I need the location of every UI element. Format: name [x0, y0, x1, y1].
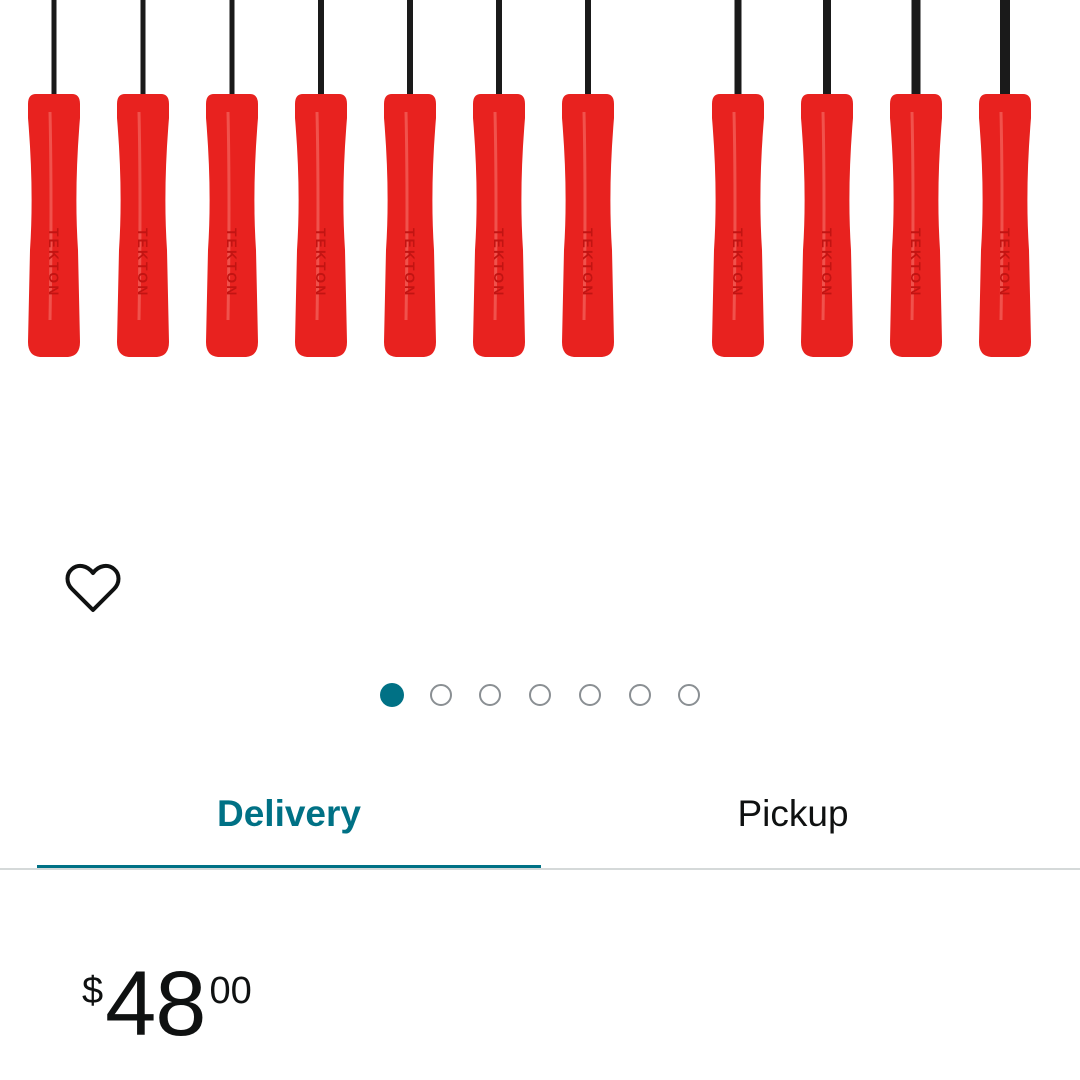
screwdriver: TEKTON [28, 0, 80, 357]
tab-pickup-label: Pickup [737, 793, 849, 834]
product-image[interactable]: TEKTON TEKTON TEKTON TEKTON TEKTON TEKTON TEKT… [0, 0, 1080, 380]
screwdriver: TEKTON [295, 0, 347, 357]
handle-brand-text: TEKTON [997, 228, 1013, 297]
handle-brand-text: TEKTON [819, 228, 835, 297]
image-pagination [0, 683, 1080, 710]
product-price: $ 48 00 [82, 958, 252, 1068]
handle-brand-text: TEKTON [313, 228, 329, 297]
fulfillment-tabs: Delivery Pickup [0, 760, 1080, 872]
screwdriver: TEKTON [712, 0, 764, 357]
screwdriver: TEKTON [117, 0, 169, 357]
pagination-dot[interactable] [430, 684, 452, 706]
handle-brand-text: TEKTON [730, 228, 746, 297]
pagination-dot[interactable] [479, 684, 501, 706]
handle-brand-text: TEKTON [135, 228, 151, 297]
screwdriver: TEKTON [979, 0, 1031, 357]
screwdriver: TEKTON [562, 0, 614, 357]
tab-delivery[interactable]: Delivery [37, 760, 541, 868]
heart-outline-icon [65, 563, 121, 612]
price-currency-symbol: $ [82, 970, 104, 1012]
tab-pickup[interactable]: Pickup [541, 760, 1045, 868]
handle-brand-text: TEKTON [491, 228, 507, 297]
screwdriver: TEKTON [384, 0, 436, 357]
price-whole: 48 [105, 953, 206, 1055]
screwdriver: TEKTON [206, 0, 258, 357]
pagination-dot[interactable] [579, 684, 601, 706]
wishlist-button[interactable] [62, 558, 124, 620]
screwdriver: TEKTON [801, 0, 853, 357]
product-image-gallery[interactable]: TEKTON TEKTON TEKTON TEKTON TEKTON TEKTON TEKT… [0, 0, 1080, 660]
handle-brand-text: TEKTON [402, 228, 418, 297]
handle-brand-text: TEKTON [908, 228, 924, 297]
screwdriver: TEKTON [473, 0, 525, 357]
handle-brand-text: TEKTON [46, 228, 62, 297]
pagination-dot[interactable] [529, 684, 551, 706]
tabs-divider [0, 868, 1080, 870]
screwdriver: TEKTON [890, 0, 942, 357]
pagination-dot[interactable] [678, 684, 700, 706]
pagination-dot[interactable] [380, 683, 404, 707]
handle-brand-text: TEKTON [224, 228, 240, 297]
price-fraction: 00 [209, 970, 252, 1012]
handle-brand-text: TEKTON [580, 228, 596, 297]
pagination-dot[interactable] [629, 684, 651, 706]
tab-delivery-label: Delivery [217, 793, 361, 834]
